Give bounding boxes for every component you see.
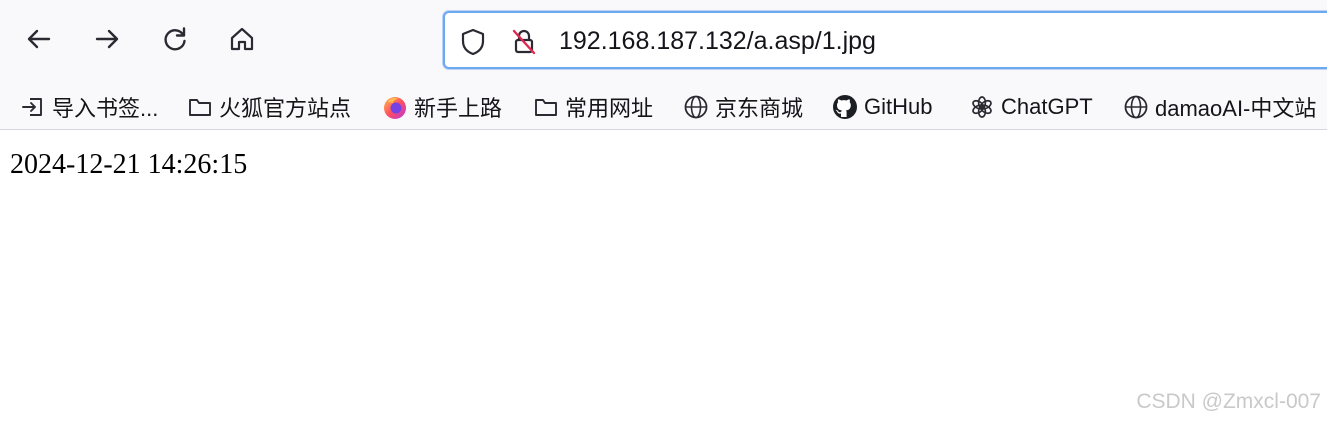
- bookmark-label: GitHub: [864, 94, 933, 119]
- bookmark-jd[interactable]: 京东商城: [683, 90, 803, 124]
- page-content: 2024-12-21 14:26:15 CSDN @Zmxcl-007: [0, 131, 1327, 421]
- reload-icon: [164, 27, 186, 51]
- home-button[interactable]: [222, 19, 262, 59]
- bookmark-folder-firefox-sites[interactable]: 火狐官方站点: [187, 90, 351, 124]
- chatgpt-icon: [972, 96, 992, 118]
- github-icon: [833, 95, 857, 119]
- home-icon: [230, 27, 254, 51]
- url-field[interactable]: [559, 26, 1319, 56]
- folder-icon: [189, 99, 211, 116]
- shield-icon[interactable]: [458, 27, 488, 57]
- bookmark-label: damaoAI-中文站: [1155, 96, 1317, 121]
- bookmark-label: 导入书签...: [52, 96, 159, 121]
- forward-button[interactable]: [87, 19, 127, 59]
- bookmark-import[interactable]: 导入书签...: [20, 90, 158, 124]
- bookmark-getting-started[interactable]: 新手上路: [382, 90, 502, 124]
- arrow-left-icon: [27, 29, 51, 49]
- bookmark-label: ChatGPT: [1001, 94, 1093, 119]
- address-bar[interactable]: [443, 11, 1327, 69]
- insecure-lock-icon[interactable]: [509, 27, 539, 57]
- firefox-icon: [384, 97, 406, 119]
- bookmark-label: 常用网址: [565, 96, 654, 121]
- back-button[interactable]: [19, 19, 59, 59]
- arrow-right-icon: [95, 29, 119, 49]
- bookmark-folder-common-sites[interactable]: 常用网址: [533, 90, 653, 124]
- browser-toolbar: [0, 0, 1327, 84]
- folder-icon: [535, 99, 557, 116]
- bookmark-label: 火狐官方站点: [219, 96, 352, 121]
- import-icon: [22, 98, 42, 116]
- bookmark-chatgpt[interactable]: ChatGPT: [969, 90, 1093, 124]
- bookmark-label: 新手上路: [414, 96, 503, 121]
- globe-icon: [1124, 95, 1148, 119]
- watermark: CSDN @Zmxcl-007: [1136, 390, 1321, 413]
- reload-button[interactable]: [155, 19, 195, 59]
- bookmark-label: 京东商城: [715, 96, 804, 121]
- globe-icon: [684, 95, 708, 119]
- timestamp-text: 2024-12-21 14:26:15: [10, 149, 248, 180]
- bookmark-github[interactable]: GitHub: [832, 90, 932, 124]
- bookmarks-toolbar: 导入书签... 火狐官方站点 新手上路 常用网址 京东商城 GitHub Cha…: [0, 84, 1327, 130]
- bookmark-damaoai[interactable]: damaoAI-中文站: [1123, 90, 1316, 124]
